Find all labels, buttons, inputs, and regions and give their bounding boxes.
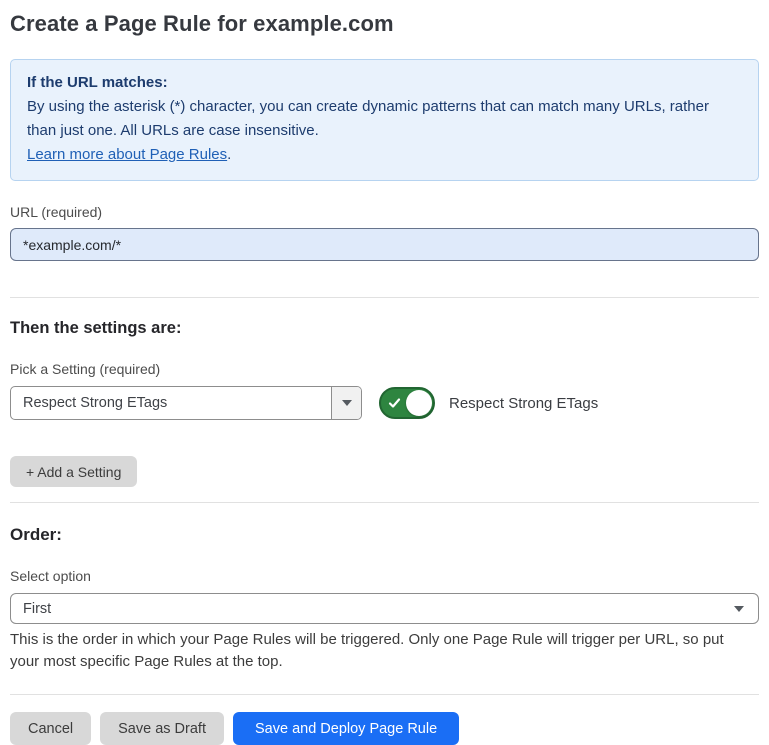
save-as-draft-button[interactable]: Save as Draft (100, 712, 224, 745)
url-match-info-box: If the URL matches: By using the asteris… (10, 59, 759, 181)
respect-strong-etags-toggle[interactable] (379, 387, 435, 419)
url-input[interactable] (10, 228, 759, 261)
toggle-label: Respect Strong ETags (449, 395, 598, 412)
add-setting-button[interactable]: + Add a Setting (10, 456, 137, 487)
setting-picker-label: Pick a Setting (required) (10, 361, 759, 377)
chevron-down-icon (342, 400, 352, 406)
divider (10, 297, 759, 298)
toggle-knob (406, 390, 432, 416)
setting-select[interactable]: Respect Strong ETags (10, 386, 362, 420)
cancel-button[interactable]: Cancel (10, 712, 91, 745)
settings-heading: Then the settings are: (10, 319, 759, 338)
link-period: . (227, 146, 231, 163)
order-heading: Order: (10, 525, 759, 545)
setting-row: Respect Strong ETags Respect Strong ETag… (10, 386, 759, 420)
info-box-heading: If the URL matches: (27, 71, 742, 95)
page-title: Create a Page Rule for example.com (10, 9, 759, 39)
check-icon (388, 397, 401, 410)
order-select-value: First (23, 601, 51, 617)
divider (10, 694, 759, 695)
url-field-label: URL (required) (10, 204, 759, 220)
info-box-body: By using the asterisk (*) character, you… (27, 95, 742, 143)
learn-more-link[interactable]: Learn more about Page Rules (27, 146, 227, 163)
setting-select-value: Respect Strong ETags (11, 387, 331, 419)
create-page-rule-form: Create a Page Rule for example.com If th… (0, 0, 769, 745)
order-select[interactable]: First (10, 593, 759, 624)
order-help-text: This is the order in which your Page Rul… (10, 629, 755, 673)
chevron-down-icon (734, 606, 744, 612)
save-and-deploy-button[interactable]: Save and Deploy Page Rule (233, 712, 459, 745)
form-actions: Cancel Save as Draft Save and Deploy Pag… (10, 712, 759, 745)
order-select-label: Select option (10, 568, 759, 584)
setting-select-arrow-button[interactable] (331, 387, 361, 419)
divider (10, 502, 759, 503)
info-box-link-line: Learn more about Page Rules. (27, 143, 742, 167)
